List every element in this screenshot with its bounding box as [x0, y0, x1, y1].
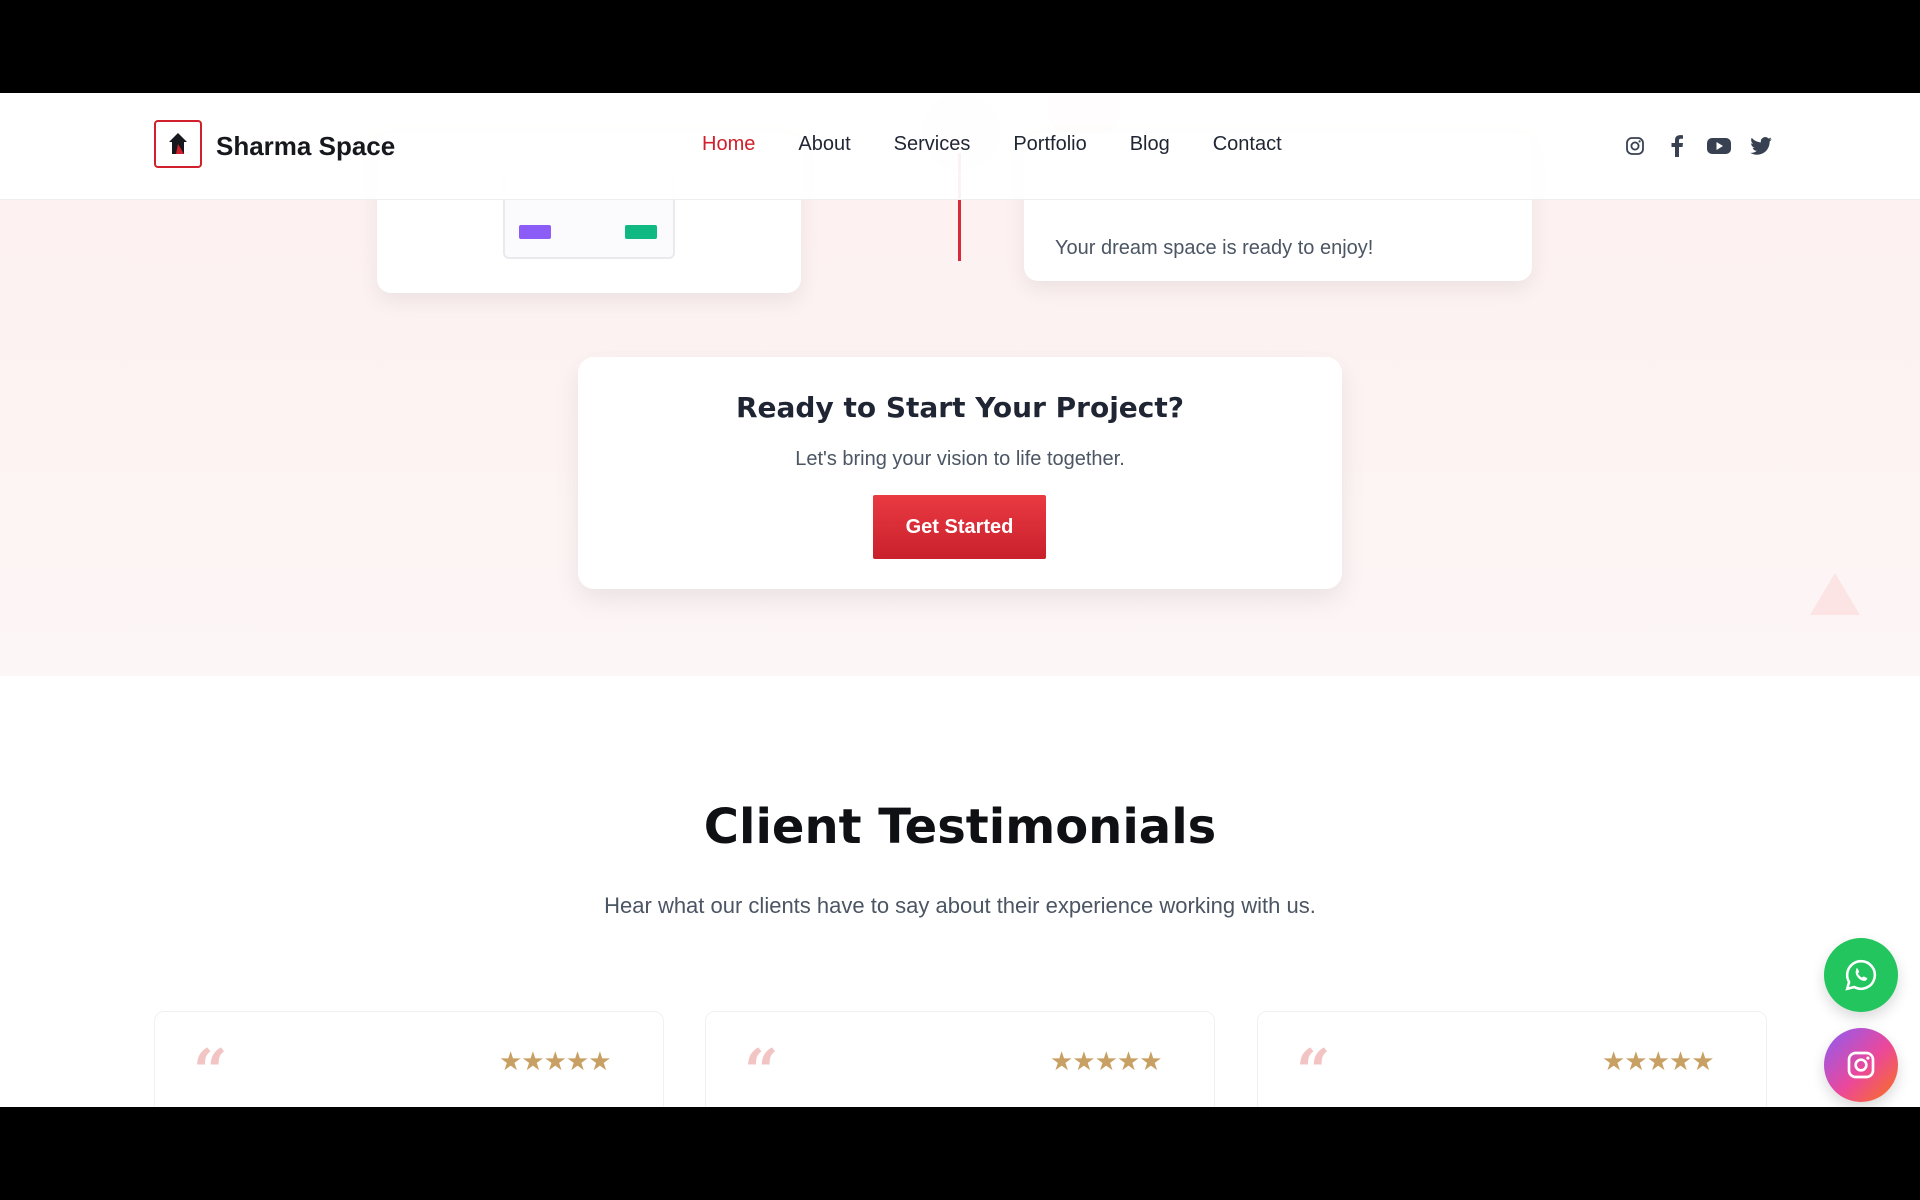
nav-contact[interactable]: Contact [1213, 133, 1282, 156]
page-viewport: Your dream space is ready to enjoy! Read… [0, 93, 1920, 1107]
social-links [1622, 133, 1774, 159]
testimonial-card: “ ★★★★★ [154, 1011, 664, 1107]
testimonials-title: Client Testimonials [703, 799, 1217, 855]
main-nav: Home About Services Portfolio Blog Conta… [702, 133, 1325, 156]
rating-stars: ★★★★★ [499, 1046, 612, 1076]
nav-about[interactable]: About [798, 133, 850, 156]
testimonial-card: “ ★★★★★ [1257, 1011, 1767, 1107]
testimonials-subtitle: Hear what our clients have to say about … [604, 893, 1316, 918]
instagram-icon[interactable] [1622, 133, 1648, 159]
twitter-icon[interactable] [1748, 133, 1774, 159]
nav-blog[interactable]: Blog [1130, 133, 1170, 156]
get-started-button[interactable]: Get Started [873, 495, 1046, 559]
illustration-bar-purple [519, 225, 551, 239]
nav-home[interactable]: Home [702, 133, 755, 156]
cta-subtitle: Let's bring your vision to life together… [795, 448, 1125, 470]
testimonial-card: “ ★★★★★ [705, 1011, 1215, 1107]
youtube-icon[interactable] [1706, 133, 1732, 159]
house-pin-icon [169, 133, 187, 154]
facebook-icon[interactable] [1664, 133, 1690, 159]
quote-icon: “ [193, 1037, 228, 1107]
final-step-text: Your dream space is ready to enjoy! [1055, 237, 1374, 259]
cta-title: Ready to Start Your Project? [735, 391, 1185, 424]
instagram-icon [1847, 1051, 1875, 1079]
whatsapp-button[interactable] [1824, 938, 1898, 1012]
nav-services[interactable]: Services [894, 133, 971, 156]
logo[interactable] [154, 120, 202, 168]
instagram-float-button[interactable] [1824, 1028, 1898, 1102]
quote-icon: “ [1296, 1037, 1331, 1107]
decorative-triangle [1810, 573, 1860, 615]
site-header: Sharma Space Home About Services Portfol… [0, 93, 1920, 200]
rating-stars: ★★★★★ [1602, 1046, 1715, 1076]
cta-card: Ready to Start Your Project? Let's bring… [578, 357, 1342, 589]
quote-icon: “ [744, 1037, 779, 1107]
brand-name[interactable]: Sharma Space [216, 131, 395, 162]
nav-portfolio[interactable]: Portfolio [1013, 133, 1086, 156]
illustration-bar-green [625, 225, 657, 239]
whatsapp-icon [1845, 959, 1877, 991]
rating-stars: ★★★★★ [1050, 1046, 1163, 1076]
